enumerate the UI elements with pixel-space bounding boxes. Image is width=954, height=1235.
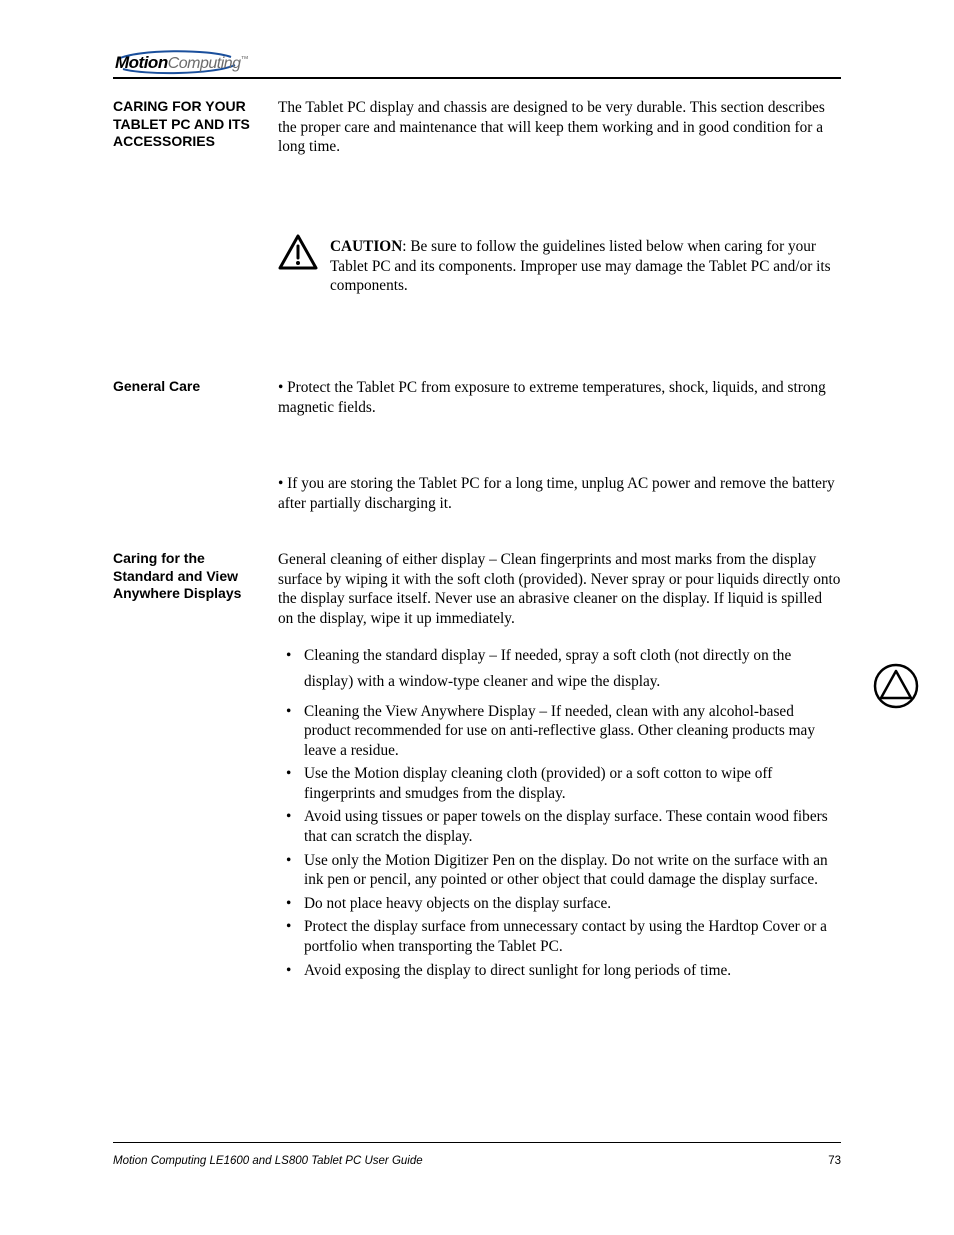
list-item: Avoid exposing the display to direct sun… bbox=[278, 961, 841, 981]
list-item: Cleaning the standard display – If neede… bbox=[278, 646, 841, 698]
list-item: Avoid using tissues or paper towels on t… bbox=[278, 807, 841, 846]
list-item: Use only the Motion Digitizer Pen on the… bbox=[278, 851, 841, 890]
footer-title: Motion Computing LE1600 and LS800 Tablet… bbox=[113, 1155, 423, 1167]
section2-bullet1: • Protect the Tablet PC from exposure to… bbox=[278, 378, 841, 417]
list-item: Cleaning the View Anywhere Display – If … bbox=[278, 702, 841, 761]
caution-icon bbox=[278, 233, 318, 273]
section2-heading: General Care bbox=[113, 378, 263, 396]
section1-heading: CARING FOR YOUR TABLET PC AND ITS ACCESS… bbox=[113, 98, 263, 151]
list-item: Use the Motion display cleaning cloth (p… bbox=[278, 764, 841, 803]
caution-text: CAUTION: Be sure to follow the guideline… bbox=[330, 237, 840, 296]
logo-tm: ™ bbox=[241, 54, 249, 63]
caution-body: : Be sure to follow the guidelines liste… bbox=[330, 238, 831, 294]
caution-label: CAUTION bbox=[330, 238, 402, 255]
list-item: Protect the display surface from unneces… bbox=[278, 917, 841, 956]
logo-computing: Computing bbox=[168, 55, 241, 72]
header-rule bbox=[113, 77, 841, 79]
footer-rule bbox=[113, 1142, 841, 1143]
list-item-text: Cleaning the standard display – If neede… bbox=[304, 647, 791, 690]
section1-para1: The Tablet PC display and chassis are de… bbox=[278, 98, 841, 157]
circle-triangle-icon bbox=[664, 666, 696, 698]
page-number: 73 bbox=[828, 1155, 841, 1167]
section2-bullet2: • If you are storing the Tablet PC for a… bbox=[278, 474, 841, 513]
section3-list: Cleaning the standard display – If neede… bbox=[278, 646, 841, 984]
section3-heading: Caring for the Standard and View Anywher… bbox=[113, 550, 263, 603]
section3-intro: General cleaning of either display – Cle… bbox=[278, 550, 841, 628]
logo-motion: Motion bbox=[115, 53, 168, 72]
list-item: Do not place heavy objects on the displa… bbox=[278, 894, 841, 914]
brand-logo: MotionComputing™ bbox=[113, 47, 243, 75]
